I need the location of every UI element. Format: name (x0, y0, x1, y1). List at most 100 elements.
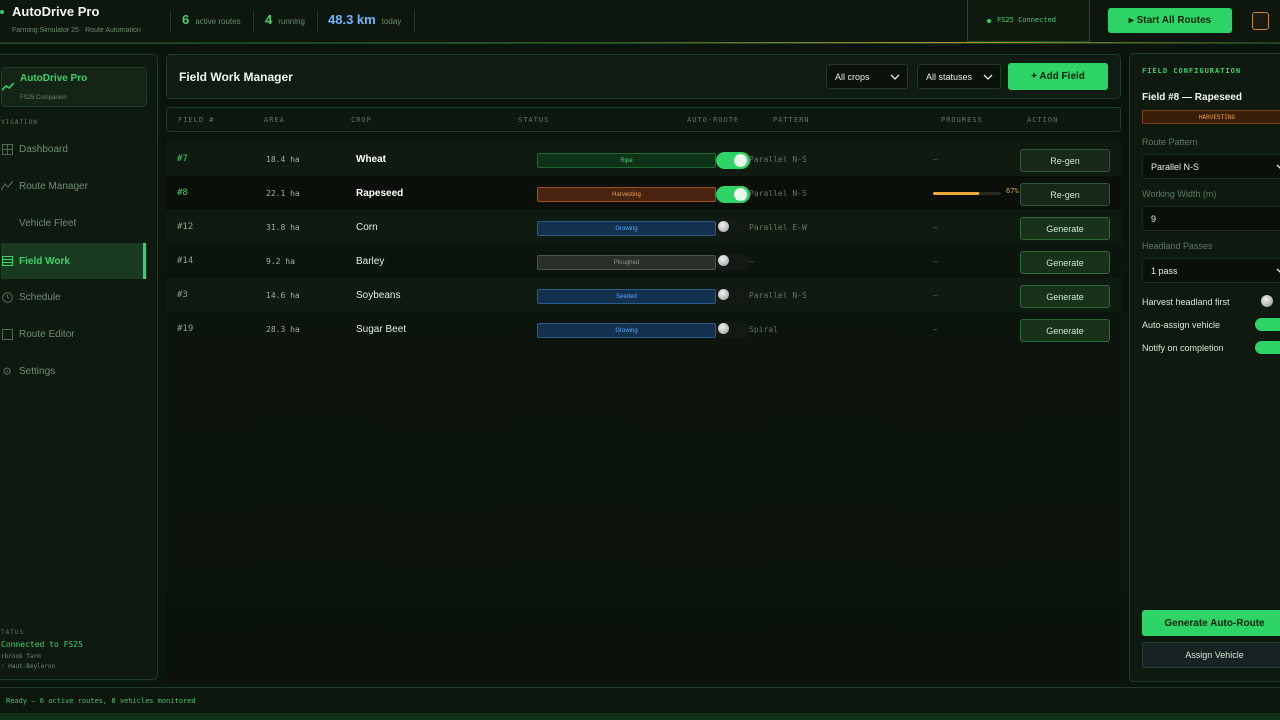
headland-passes-label: Headland Passes (1142, 241, 1213, 251)
field-area: 9.2 ha (266, 256, 295, 266)
field-id: #14 (177, 256, 194, 266)
table-row[interactable]: #14 9.2 ha Barley Ploughed – – Generate (166, 244, 1121, 278)
generate-button[interactable]: Generate (1020, 217, 1110, 240)
status-badge: Ripe (537, 153, 716, 168)
status-badge: Ploughed (537, 255, 716, 270)
generate-auto-route-button[interactable]: Generate Auto-Route (1142, 610, 1280, 636)
route-icon (1, 180, 13, 192)
field-id: #8 (177, 188, 188, 198)
auto-assign-toggle[interactable] (1255, 318, 1280, 331)
sidebar-item-schedule[interactable]: Schedule (1, 285, 147, 309)
stat-active-routes: 6 active routes (182, 12, 241, 27)
edit-icon (1, 328, 13, 340)
divider (253, 10, 254, 32)
auto-route-toggle[interactable] (716, 220, 750, 237)
divider (414, 10, 415, 32)
field-crop: Barley (356, 255, 385, 267)
sidebar: AutoDrive Pro FS25 Companion VIGATION Da… (0, 54, 158, 680)
start-all-routes-button[interactable]: ▸ Start All Routes (1108, 8, 1232, 33)
field-pattern: Parallel E-W (749, 222, 807, 232)
field-crop: Soybeans (356, 289, 401, 301)
config-title: Field #8 — Rapeseed (1142, 92, 1243, 103)
connection-status: FS25 Connected (967, 0, 1090, 42)
field-crop: Wheat (356, 153, 386, 165)
app-subtitle: Farming Simulator 25 · Route Automation (12, 27, 141, 34)
sidebar-item-field-work[interactable]: Field Work (1, 243, 147, 279)
brand-subtitle: FS25 Companion (20, 95, 67, 101)
chevron-down-icon (890, 74, 900, 80)
column-header[interactable]: PROGRESS (941, 116, 983, 124)
stat-distance-today: 48.3 km today (328, 12, 402, 27)
status-badge: Seeded (537, 289, 716, 304)
column-header[interactable]: FIELD # (178, 116, 215, 124)
field-id: #7 (177, 154, 188, 164)
crop-filter-select[interactable]: All crops (826, 64, 908, 89)
field-crop: Sugar Beet (356, 323, 407, 335)
working-width-label: Working Width (m) (1142, 189, 1217, 199)
field-table: #7 18.4 ha Wheat Ripe Parallel N-S – Re-… (166, 140, 1121, 685)
column-header[interactable]: AUTO-ROUTE (687, 116, 739, 124)
column-header[interactable]: ACTION (1027, 116, 1058, 124)
gear-icon: ⚙ (2, 365, 12, 378)
field-pattern: – (749, 256, 754, 266)
generate-button[interactable]: Generate (1020, 285, 1110, 308)
table-row[interactable]: #19 28.3 ha Sugar Beet Growing Spiral – … (166, 312, 1121, 346)
assign-vehicle-button[interactable]: Assign Vehicle (1142, 642, 1280, 668)
field-area: 28.3 ha (266, 324, 300, 334)
field-id: #19 (177, 324, 194, 334)
status-filter-select[interactable]: All statuses (917, 64, 1001, 89)
add-field-button[interactable]: + Add Field (1008, 63, 1108, 90)
generate-button[interactable]: Generate (1020, 319, 1110, 342)
status-badge: HARVESTING (1142, 110, 1280, 124)
auto-route-toggle[interactable] (716, 254, 750, 271)
logo-icon (0, 10, 4, 14)
tractor-icon (1, 217, 13, 229)
notify-toggle[interactable] (1255, 341, 1280, 354)
table-row[interactable]: #7 18.4 ha Wheat Ripe Parallel N-S – Re-… (166, 142, 1121, 176)
sidebar-item-vehicle-fleet[interactable]: Vehicle Fleet (1, 211, 147, 235)
sidebar-item-dashboard[interactable]: Dashboard (1, 137, 147, 161)
field-id: #3 (177, 290, 188, 300)
headland-passes-select[interactable]: 1 pass (1142, 258, 1280, 283)
column-header[interactable]: STATUS (518, 116, 549, 124)
table-row[interactable]: #8 22.1 ha Rapeseed Harvesting Parallel … (166, 176, 1121, 210)
brand-card: AutoDrive Pro FS25 Companion (1, 67, 147, 107)
top-accent-line (160, 42, 1280, 43)
status-connected: Connected to FS25 (1, 640, 83, 649)
generate-button[interactable]: Generate (1020, 251, 1110, 274)
auto-route-toggle[interactable] (716, 288, 750, 305)
route-pattern-select[interactable]: Parallel N-S (1142, 154, 1280, 179)
column-header[interactable]: AREA (264, 116, 285, 124)
status-map: : Haut-Beyleron (1, 663, 56, 670)
bottom-edge (0, 713, 1280, 720)
table-row[interactable]: #12 31.8 ha Corn Growing Parallel E-W – … (166, 210, 1121, 244)
column-header[interactable]: CROP (351, 116, 372, 124)
nav-heading: VIGATION (1, 119, 38, 126)
chevron-down-icon (1276, 164, 1280, 169)
field-pattern: Parallel N-S (749, 188, 807, 198)
field-area: 14.6 ha (266, 290, 300, 300)
field-id: #12 (177, 222, 194, 232)
auto-route-toggle[interactable] (716, 186, 750, 203)
table-row[interactable]: #3 14.6 ha Soybeans Seeded Parallel N-S … (166, 278, 1121, 312)
field-crop: Rapeseed (356, 187, 404, 199)
sidebar-item-route-manager[interactable]: Route Manager (1, 174, 147, 198)
sidebar-item-settings[interactable]: ⚙ Settings (1, 359, 147, 383)
harvest-headland-label: Harvest headland first (1142, 297, 1230, 307)
field-config-panel: FIELD CONFIGURATION Field #8 — Rapeseed … (1129, 53, 1280, 682)
auto-route-toggle[interactable] (716, 152, 750, 169)
status-badge: Harvesting (537, 187, 716, 202)
brand-title: AutoDrive Pro (20, 73, 88, 84)
progress-percent: 67% (1006, 187, 1019, 195)
notification-icon[interactable] (1252, 12, 1269, 30)
auto-route-toggle[interactable] (716, 322, 750, 339)
field-progress: – (933, 154, 938, 164)
sidebar-item-route-editor[interactable]: Route Editor (1, 322, 147, 346)
status-bar: Ready — 6 active routes, 8 vehicles moni… (0, 687, 1280, 713)
column-header[interactable]: PATTERN (773, 116, 810, 124)
field-pattern: Parallel N-S (749, 290, 807, 300)
regen-button[interactable]: Re-gen (1020, 183, 1110, 206)
working-width-input[interactable]: 9 (1142, 206, 1280, 231)
harvest-headland-toggle[interactable] (1255, 295, 1280, 308)
regen-button[interactable]: Re-gen (1020, 149, 1110, 172)
